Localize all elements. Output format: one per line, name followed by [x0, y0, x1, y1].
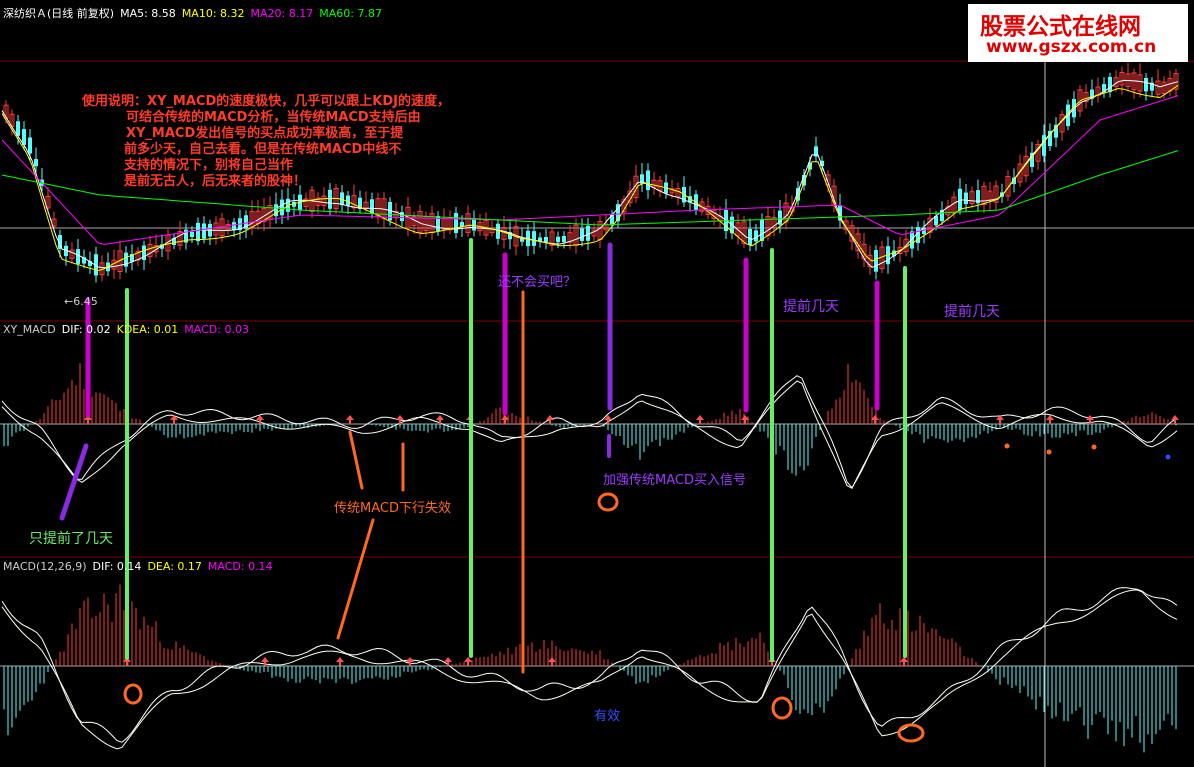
dot-mark: [1165, 454, 1171, 460]
circle-mark: [771, 696, 793, 720]
buy-arrow-icon: [464, 657, 472, 666]
candle-body: [754, 230, 758, 242]
ma20-value: MA20: 8.17: [250, 7, 314, 20]
orange-stroke: [348, 430, 364, 490]
candle-body: [28, 137, 32, 154]
only-few-days-note: 只提前了几天: [29, 531, 113, 547]
effective-note: 有效: [594, 709, 621, 724]
buy-arrow-icon: [346, 415, 354, 424]
candle-body: [562, 235, 566, 243]
buy-arrow-icon: [396, 415, 404, 424]
watermark-logo: 股票公式在线网 www.gszx.com.cn: [968, 4, 1188, 62]
traditional-fail-note: 传统MACD下行失效: [334, 501, 451, 516]
circle-mark: [597, 492, 619, 512]
xy-macd-value: MACD: 0.03: [184, 323, 249, 336]
candle-body: [76, 249, 80, 264]
candle-body: [370, 199, 374, 213]
candle-body: [454, 213, 458, 233]
usage-line: 支持的情况下，别将自己当作: [124, 158, 294, 173]
orange-stroke: [336, 518, 375, 640]
dot-mark: [1091, 444, 1097, 450]
days-early-note-2: 提前几天: [944, 304, 1000, 320]
usage-line: 前多少天，自己去看。但是在传统MACD中线不: [124, 142, 402, 157]
dea-line: [1, 380, 1178, 489]
usage-line: 可结合传统的MACD分析，当传统MACD支持后由: [126, 110, 421, 125]
xy-macd-name: XY_MACD: [3, 323, 56, 336]
candle-body: [580, 228, 584, 241]
candle-body: [874, 250, 878, 272]
buy-arrow-icon: [1171, 415, 1179, 424]
usage-line: 是前无古人，后无来者的股神！: [124, 174, 307, 189]
usage-line: 使用说明：XY_MACD的速度极快，几乎可以跟上KDJ的速度，: [82, 94, 450, 109]
macd-name: MACD(12,26,9): [3, 560, 87, 573]
buy-arrow-icon: [444, 657, 452, 666]
xy-macd-panel: [1, 363, 1178, 489]
circle-mark: [897, 723, 925, 743]
candle-body: [1042, 135, 1046, 156]
dea-line: [1, 589, 1178, 750]
usage-note: 使用说明：XY_MACD的速度极快，几乎可以跟上KDJ的速度， 可结合传统的MA…: [82, 94, 450, 190]
candle-body: [964, 192, 968, 205]
buy-arrow-icon: [900, 657, 908, 666]
macd-dif-value: DIF: 0.14: [92, 560, 142, 573]
ma10-value: MA10: 8.32: [181, 7, 245, 20]
candle-body: [760, 219, 764, 241]
dot-mark: [1004, 443, 1010, 449]
candle-body: [646, 170, 650, 191]
watermark-title: 股票公式在线网: [980, 14, 1141, 40]
ma5-value: MA5: 8.58: [120, 7, 176, 20]
buy-arrow-icon: [336, 657, 344, 666]
candle-body: [1144, 77, 1148, 92]
candle-body: [34, 159, 38, 167]
buy-arrow-icon: [1046, 415, 1054, 424]
buy-arrow-icon: [548, 657, 556, 666]
candle-body: [196, 222, 200, 242]
ma60-value: MA60: 7.87: [319, 7, 382, 20]
buy-arrow-icon: [436, 415, 444, 424]
price-low-label: ←6.45: [64, 295, 98, 308]
xy-dif-value: DIF: 0.02: [61, 323, 111, 336]
macd-macd-value: MACD: 0.14: [207, 560, 273, 573]
candle-body: [232, 222, 236, 230]
candle-body: [472, 218, 476, 231]
candle-body: [748, 228, 752, 246]
dif-line: [1, 375, 1178, 489]
candle-body: [280, 199, 284, 216]
candle-body: [532, 231, 536, 246]
security-title: 深纺织Ａ(日线 前复权): [3, 7, 115, 20]
macd-panel: [1, 584, 1178, 753]
candle-body: [544, 236, 548, 243]
candle-body: [958, 188, 962, 211]
macd-dea-value: DEA: 0.17: [147, 560, 202, 573]
days-early-note-1: 提前几天: [783, 299, 839, 315]
usage-line: XY_MACD发出信号的买点成功率极高，至于提: [126, 126, 404, 141]
xy-macd-header: XY_MACD DIF: 0.02 KDEA: 0.01 MACD: 0.03: [3, 323, 255, 336]
candle-body: [556, 236, 560, 243]
xy-dea-value: KDEA: 0.01: [116, 323, 179, 336]
watermark-url: www.gszx.com.cn: [986, 37, 1157, 57]
buy-arrow-icon: [546, 415, 554, 424]
buy-arrow-icon: [406, 657, 414, 666]
macd-header: MACD(12,26,9) DIF: 0.14 DEA: 0.17 MACD: 0.1…: [3, 560, 279, 573]
candle-body: [346, 195, 350, 206]
candle-body: [1108, 76, 1112, 93]
cant-buy-note: 还不会买吧？: [498, 275, 577, 290]
dif-line: [1, 587, 1178, 743]
circle-mark: [123, 683, 143, 705]
price-header: 深纺织Ａ(日线 前复权) MA5: 8.58 MA10: 8.32 MA20: 8.1…: [3, 5, 388, 21]
candle-body: [328, 189, 332, 209]
candle-body: [190, 231, 194, 238]
buy-arrow-icon: [696, 415, 704, 424]
candle-body: [202, 223, 206, 239]
strengthen-note: 加强传统MACD买入信号: [603, 473, 746, 488]
dot-mark: [1046, 449, 1052, 455]
candle-body: [922, 227, 926, 235]
